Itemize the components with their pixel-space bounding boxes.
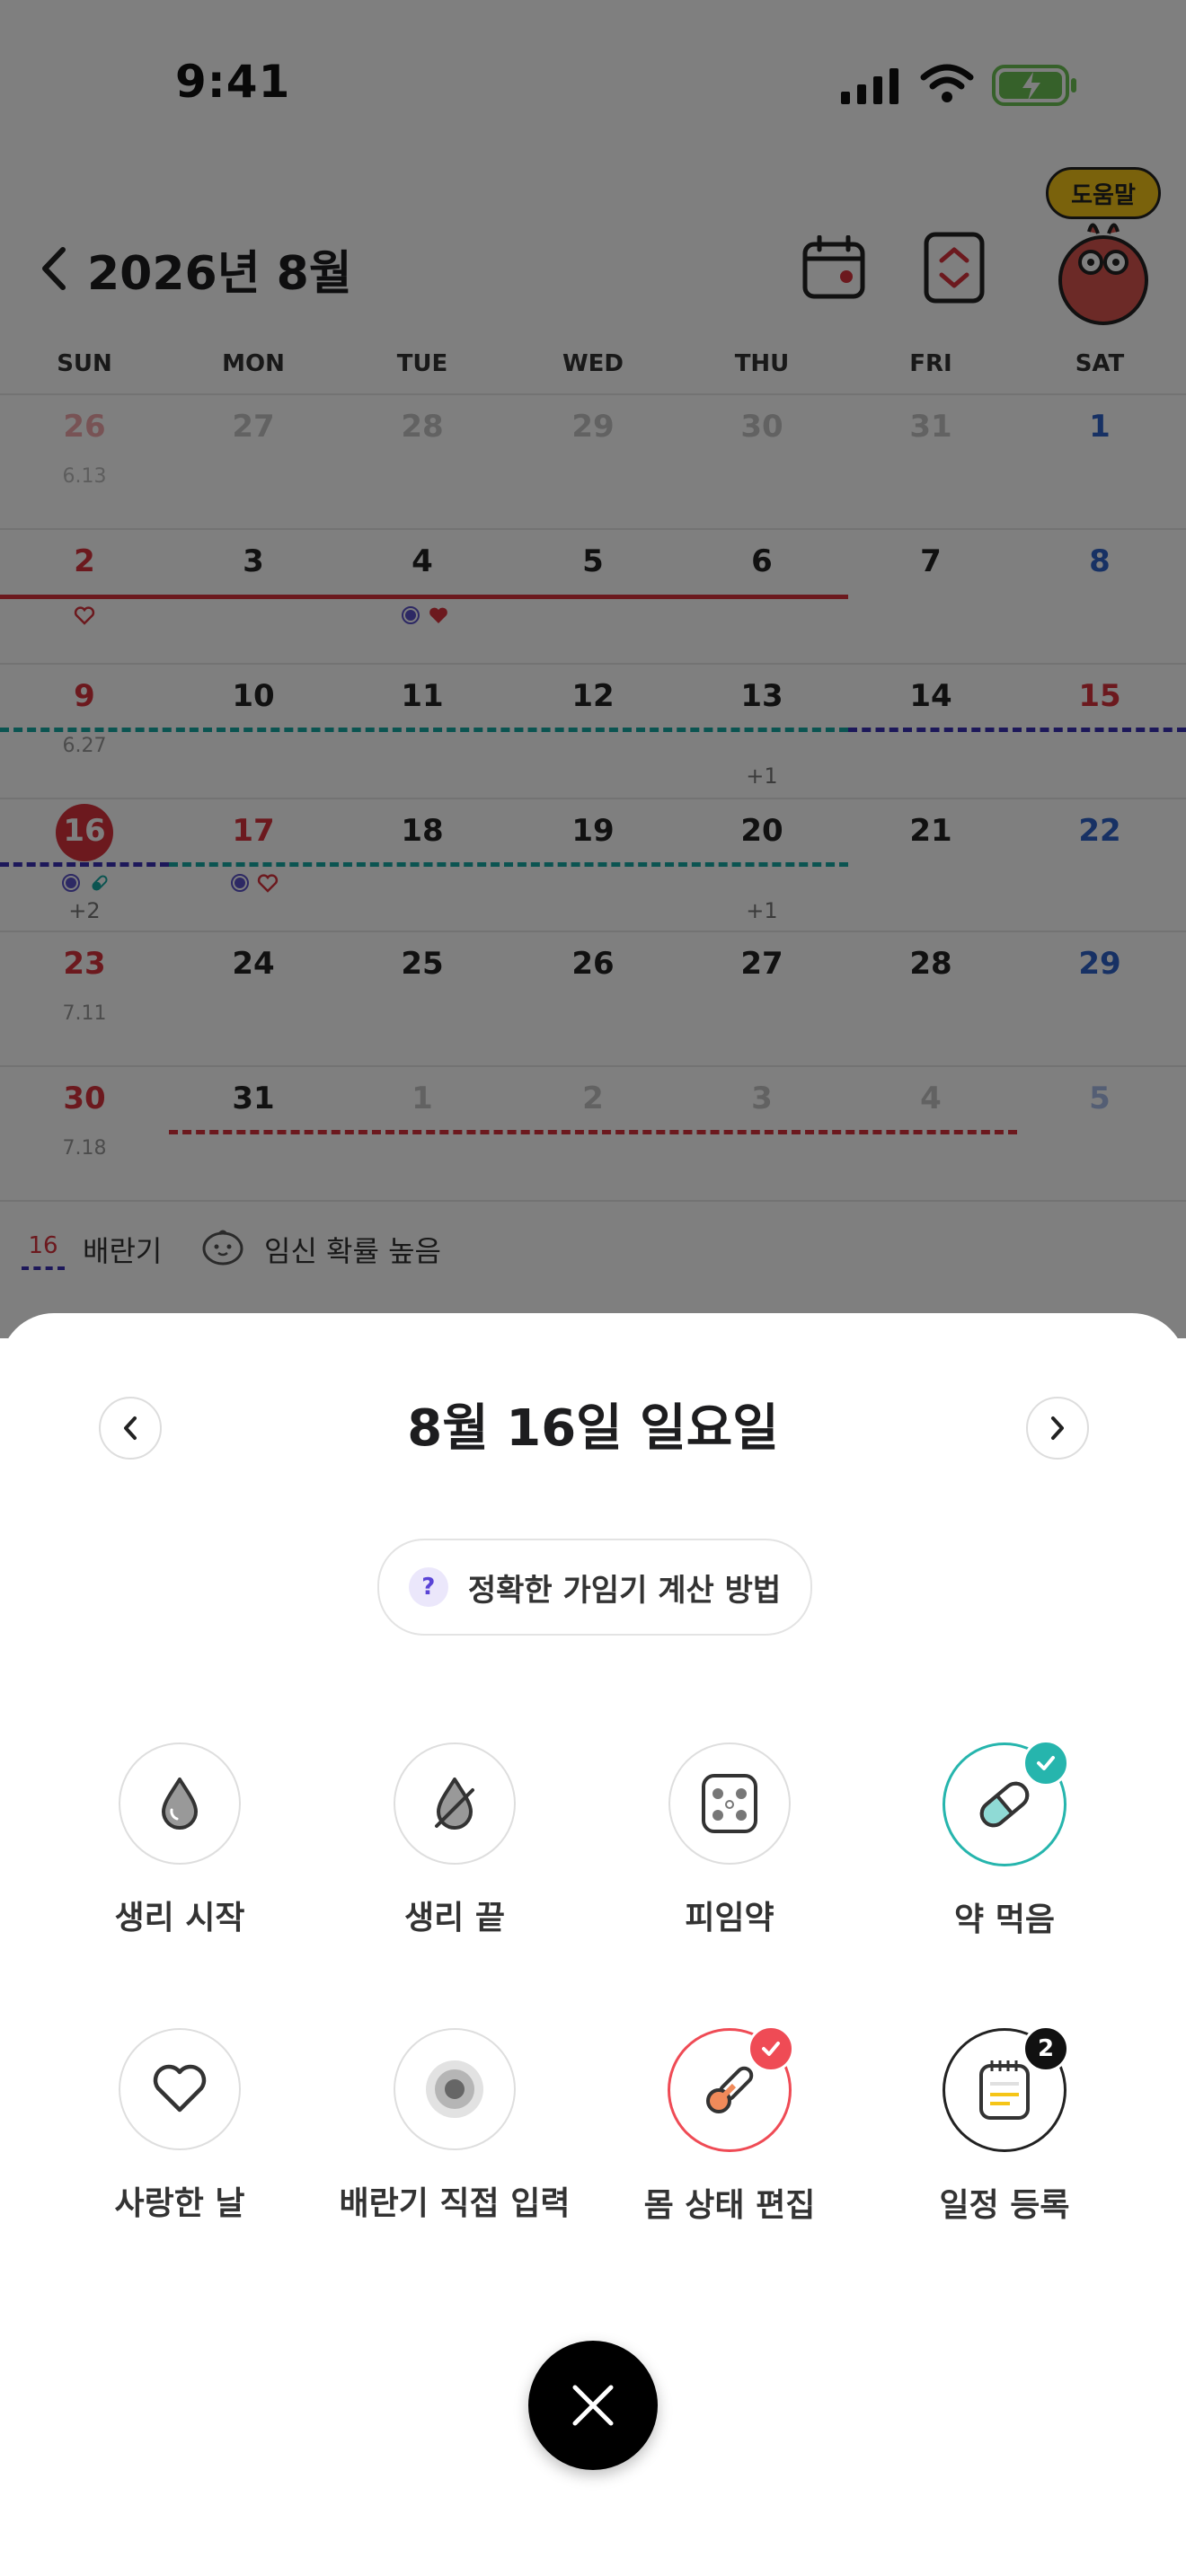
birth-control-button[interactable] [668,1742,791,1865]
close-icon [572,2385,614,2426]
love-day-button[interactable] [119,2028,241,2150]
action-medicine-taken[interactable]: 약 먹음 [888,1740,1121,1940]
check-icon [1022,1740,1069,1786]
body-condition-button[interactable] [668,2025,794,2152]
drop-icon [162,1778,198,1830]
period-end-button[interactable] [394,1742,516,1865]
action-birth-control[interactable]: 피임약 [613,1742,846,1938]
action-love-day[interactable]: 사랑한 날 [63,2028,296,2224]
badge-count: 2 [1037,2035,1055,2062]
sheet-date-title: 8월 16일 일요일 [407,1399,779,1458]
action-label: 배란기 직접 입력 [339,2185,571,2222]
schedule-count-badge: 2 [1022,2025,1069,2072]
period-start-button[interactable] [119,1742,241,1865]
action-body-condition[interactable]: 몸 상태 편집 [613,2025,846,2226]
drop-slash-icon [435,1778,474,1830]
capsule-icon [979,1781,1030,1828]
action-add-schedule[interactable]: 2 일정 등록 [888,2025,1121,2226]
action-label: 몸 상태 편집 [643,2187,816,2224]
action-period-end[interactable]: 생리 끝 [338,1742,571,1938]
notepad-icon [979,2060,1030,2120]
action-label: 생리 끝 [404,1900,505,1936]
action-label: 일정 등록 [939,2187,1070,2224]
action-label: 생리 시작 [114,1900,245,1936]
heart-icon [153,2064,207,2113]
fertile-calc-info-button[interactable]: ? 정확한 가임기 계산 방법 [377,1539,812,1636]
action-ovulation-input[interactable]: 배란기 직접 입력 [338,2028,571,2224]
ovulation-input-button[interactable] [394,2028,516,2150]
close-button[interactable] [528,2341,658,2470]
question-icon: ? [408,1567,448,1607]
action-label: 피임약 [685,1900,774,1936]
action-label: 약 먹음 [954,1901,1055,1938]
action-period-start[interactable]: 생리 시작 [63,1742,296,1938]
chevron-right-icon [1051,1416,1064,1440]
check-icon [748,2025,794,2072]
add-schedule-button[interactable]: 2 [943,2025,1069,2152]
dim-overlay[interactable] [0,0,1186,1338]
medicine-taken-button[interactable] [943,1740,1069,1866]
action-label: 사랑한 날 [114,2185,245,2222]
ovulation-icon [426,2060,483,2118]
thermometer-icon [705,2066,754,2114]
pill-pack-icon [702,1774,757,1833]
next-day-button[interactable] [1026,1397,1089,1460]
info-pill-label: 정확한 가임기 계산 방법 [467,1572,782,1609]
